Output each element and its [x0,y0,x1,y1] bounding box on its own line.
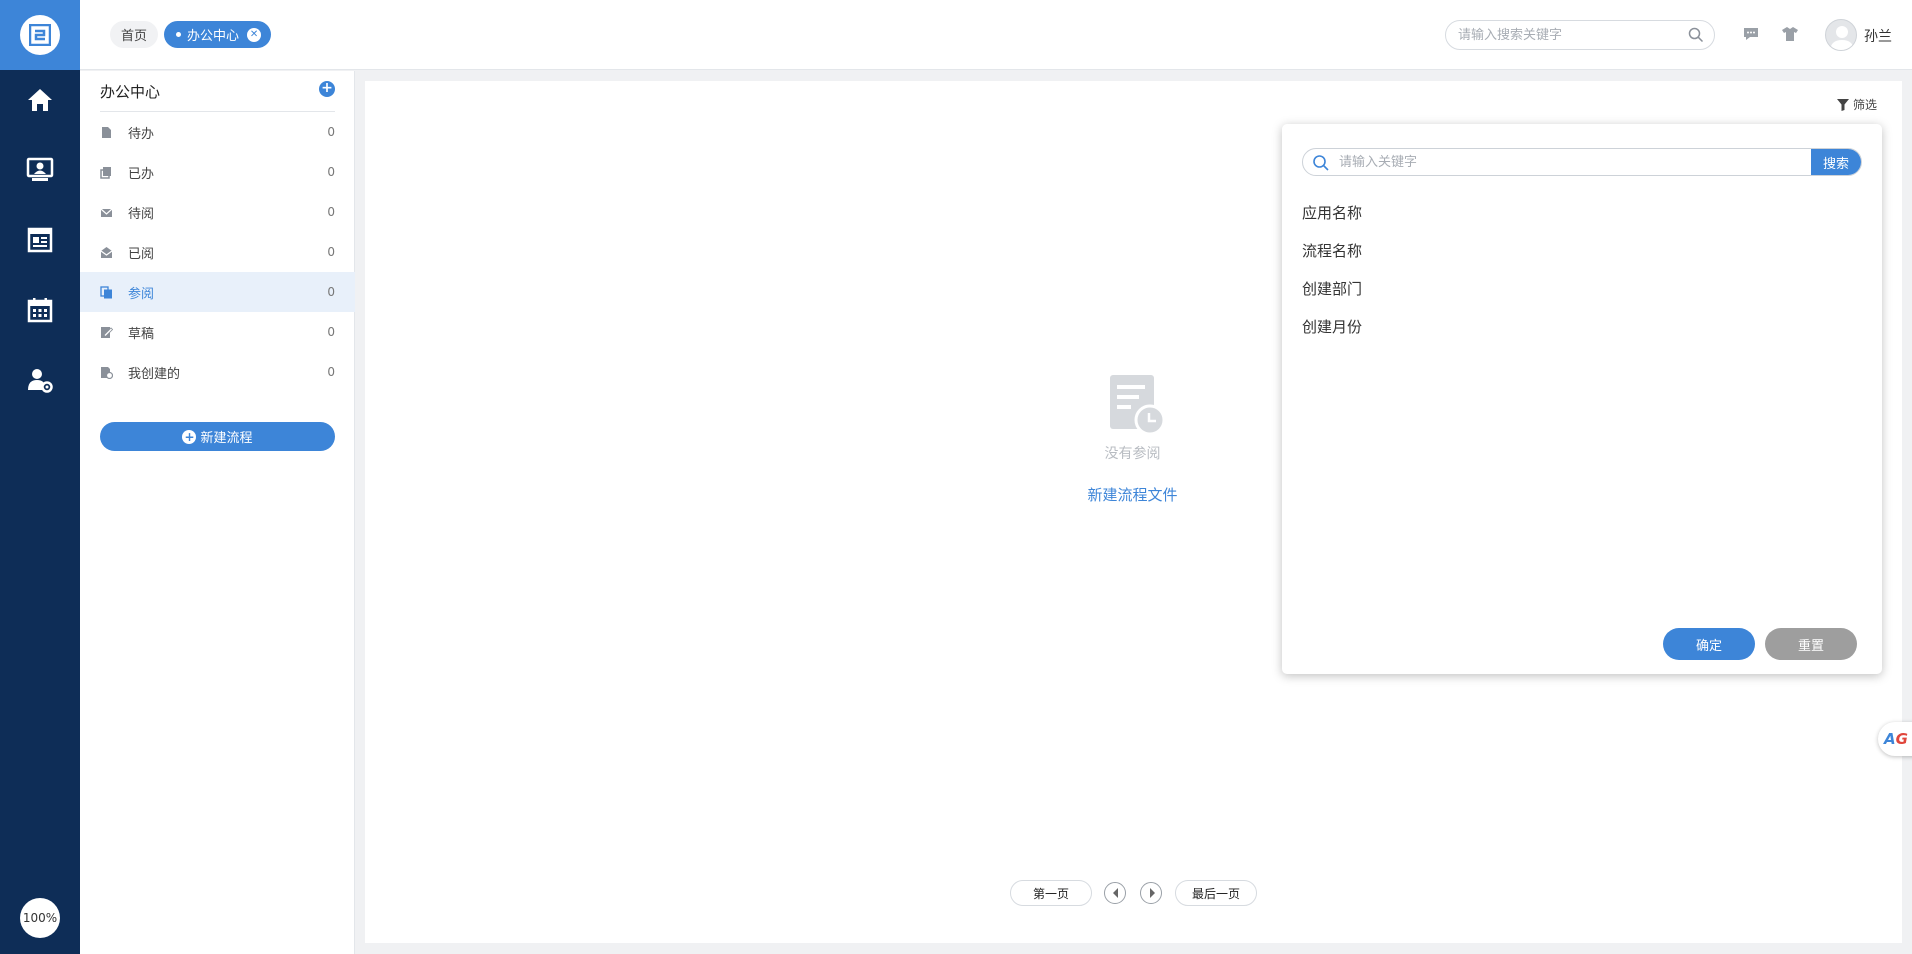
tab-home[interactable]: 首页 [110,21,159,48]
rail-home[interactable] [0,70,80,130]
sidebar-item-label: 草稿 [128,326,155,342]
global-search [1445,20,1715,50]
close-tab-icon[interactable]: ✕ [247,27,262,42]
sidebar-item-count: 0 [327,205,335,219]
tab-office-center-label: 办公中心 [187,29,240,44]
sidebar-item-count: 0 [327,165,335,179]
open-envelope-icon [100,246,113,258]
created-document-icon [101,366,113,379]
tab-office-center[interactable]: 办公中心 ✕ [164,21,272,48]
sidebar-item-drafts[interactable]: 草稿 0 [80,312,355,352]
filter-field-department[interactable]: 创建部门 [1302,278,1362,299]
sidebar-item-label: 待办 [128,126,155,142]
chat-bubble-icon [1744,28,1758,40]
sidebar-item-count: 0 [327,245,335,259]
sidebar-item-created-by-me[interactable]: 我创建的 0 [80,352,355,392]
filter-button[interactable]: 筛选 [1837,96,1877,113]
filter-icon [1837,98,1849,111]
theme-button[interactable] [1780,24,1800,44]
sidebar-item-count: 0 [327,125,335,139]
active-dot-icon [176,32,181,37]
sidebar-item-count: 0 [327,285,335,299]
sidebar-title: 办公中心 [100,83,161,101]
sidebar-item-count: 0 [327,365,335,379]
office-sidebar: 办公中心 + 待办 0 已办 0 待阅 0 已阅 0 参阅 0 草稿 0 我创建… [80,71,355,954]
chevron-right-icon [1150,888,1155,898]
sidebar-item-label: 待阅 [128,206,155,222]
filter-field-month[interactable]: 创建月份 [1302,316,1362,337]
filter-search-button[interactable]: 搜索 [1811,149,1861,175]
confirm-button[interactable]: 确定 [1663,628,1755,660]
sidebar-item-label: 我创建的 [128,366,181,382]
add-icon[interactable]: + [319,81,335,97]
global-search-input[interactable] [1458,26,1678,44]
filter-field-app-name[interactable]: 应用名称 [1302,202,1362,223]
logo-area[interactable] [0,0,80,70]
filter-field-process-name[interactable]: 流程名称 [1302,240,1362,261]
rail-calendar[interactable] [0,280,80,340]
filter-search-input[interactable] [1339,154,1779,170]
empty-document-icon [1110,375,1166,435]
app-logo [20,15,60,55]
reset-button[interactable]: 重置 [1765,628,1857,660]
top-bar: 首页 办公中心 ✕ 孙兰 [80,0,1912,70]
badge-letter-a: A [1884,730,1896,748]
document-icon [102,126,111,138]
zoom-level[interactable]: 100% [20,898,60,938]
prev-page-button[interactable] [1104,882,1126,904]
filter-search-box: 搜索 [1302,148,1862,176]
message-button[interactable] [1741,24,1761,44]
rail-user-settings[interactable] [0,350,80,410]
next-page-button[interactable] [1140,882,1162,904]
sidebar-item-count: 0 [327,325,335,339]
document-done-icon [100,166,111,179]
user-avatar-icon [1830,26,1854,50]
filter-popup: 搜索 应用名称 流程名称 创建部门 创建月份 确定 重置 [1282,124,1882,674]
shirt-icon [1782,27,1798,41]
sidebar-item-label: 参阅 [128,286,155,302]
icon-rail: 100% [0,0,80,954]
rail-monitor[interactable] [0,140,80,200]
sidebar-item-to-read[interactable]: 待阅 0 [80,192,355,232]
empty-state-text: 没有参阅 [1104,446,1161,462]
search-icon [1313,155,1329,171]
filter-label: 筛选 [1853,98,1878,112]
sidebar-item-done[interactable]: 已办 0 [80,152,355,192]
new-process-file-link[interactable]: 新建流程文件 [1070,484,1195,505]
search-icon[interactable] [1688,27,1704,43]
envelope-icon [100,208,113,217]
sidebar-item-reference[interactable]: 参阅 0 [80,272,355,312]
sidebar-item-label: 已办 [128,166,155,182]
tab-home-label: 首页 [121,29,148,44]
user-name[interactable]: 孙兰 [1864,26,1892,46]
sidebar-item-todo[interactable]: 待办 0 [80,112,355,152]
news-board-icon [27,227,53,253]
copy-document-icon [100,285,112,298]
chevron-left-icon [1113,888,1118,898]
logo-icon [29,24,51,46]
new-process-label: 新建流程 [200,431,253,446]
home-icon [28,89,52,111]
monitor-user-icon [26,157,54,181]
new-process-button[interactable]: + 新建流程 [100,422,335,451]
calendar-icon [27,298,53,323]
sidebar-item-label: 已阅 [128,246,155,262]
avatar[interactable] [1825,19,1857,51]
sidebar-item-read[interactable]: 已阅 0 [80,232,355,272]
plus-circle-icon: + [182,429,197,444]
floating-assistant-badge[interactable]: AG [1878,722,1912,756]
rail-news[interactable] [0,210,80,270]
draft-icon [101,326,113,338]
badge-letter-g: G [1895,730,1908,748]
user-settings-icon [28,369,53,393]
first-page-button[interactable]: 第一页 [1010,880,1092,906]
last-page-button[interactable]: 最后一页 [1175,880,1257,906]
